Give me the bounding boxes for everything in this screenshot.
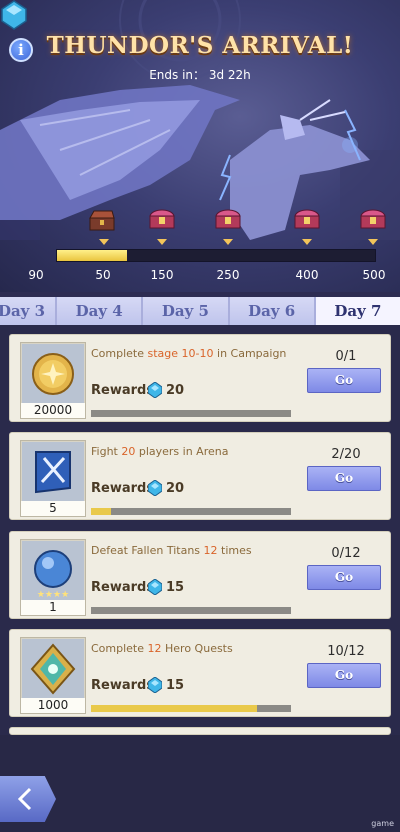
quest-progress-count: 0/12 <box>331 546 361 561</box>
item-count: 5 <box>21 501 85 516</box>
day-tabs: Day 3 Day 4 Day 5 Day 6 Day 7 <box>0 297 400 325</box>
footer <box>0 735 400 832</box>
crystal-icon <box>1 0 27 30</box>
item-count: 1 <box>21 600 85 615</box>
quest-card <box>9 727 391 735</box>
reward-item[interactable]: 5 <box>20 440 86 517</box>
chest-marker-icon <box>157 239 167 245</box>
reward-amount: 20 <box>166 481 185 496</box>
event-title: THUNDOR'S ARRIVAL! <box>46 32 354 59</box>
rewards-label: Rewards <box>91 580 155 595</box>
rewards-label: Rewards <box>91 383 155 398</box>
milestone-label: 500 <box>362 268 386 282</box>
reward-item[interactable]: 20000 <box>20 342 86 419</box>
chest-icon-locked[interactable] <box>148 206 176 230</box>
crystal-icon <box>148 579 162 595</box>
quest-progress-bar <box>91 705 291 712</box>
quest-description: Defeat Fallen Titans 12 times <box>91 544 252 557</box>
current-points: 90 <box>28 268 44 282</box>
gold-coin-icon <box>22 344 84 404</box>
quest-card: ★★★★ 1 Defeat Fallen Titans 12 times Rew… <box>9 531 391 619</box>
quest-progress-fill <box>91 508 111 515</box>
chest-icon-open[interactable] <box>88 208 116 232</box>
quest-progress-fill <box>91 705 257 712</box>
milestone-label: 400 <box>295 268 319 282</box>
quest-card: 1000 Complete 12 Hero Quests Rewards 15 … <box>9 629 391 717</box>
watermark: game <box>371 819 394 828</box>
quest-description: Complete 12 Hero Quests <box>91 642 233 655</box>
reward-amount: 15 <box>166 678 185 693</box>
go-button[interactable]: Go <box>307 663 381 688</box>
quest-description: Complete stage 10-10 in Campaign <box>91 347 287 360</box>
go-button[interactable]: Go <box>307 368 381 393</box>
chest-marker-icon <box>302 239 312 245</box>
svg-text:★★★★: ★★★★ <box>37 590 69 600</box>
tab-day-3[interactable]: Day 3 <box>0 297 57 325</box>
points-progress-bar <box>56 249 376 262</box>
quest-list[interactable]: 20000 Complete stage 10-10 in Campaign R… <box>0 325 400 735</box>
quest-card: 5 Fight 20 players in Arena Rewards 20 2… <box>9 432 391 520</box>
milestone-label: 50 <box>95 268 111 282</box>
reward-item[interactable]: ★★★★ 1 <box>20 539 86 616</box>
crystal-icon <box>148 480 162 496</box>
quest-description: Fight 20 players in Arena <box>91 445 229 458</box>
chest-marker-icon <box>368 239 378 245</box>
hero-emblem-icon <box>22 639 84 699</box>
event-banner: i THUNDOR'S ARRIVAL! Ends in： 3d 22h 90 … <box>0 0 400 292</box>
arena-scroll-icon <box>22 442 84 502</box>
rewards-label: Rewards <box>91 481 155 496</box>
go-button[interactable]: Go <box>307 466 381 491</box>
go-button[interactable]: Go <box>307 565 381 590</box>
tab-day-7[interactable]: Day 7 <box>315 297 400 325</box>
crystal-icon <box>148 382 162 398</box>
quest-progress-count: 2/20 <box>331 447 361 462</box>
reward-amount: 15 <box>166 580 185 595</box>
reward-item[interactable]: 1000 <box>20 637 86 714</box>
reward-amount: 20 <box>166 383 185 398</box>
quest-card: 20000 Complete stage 10-10 in Campaign R… <box>9 334 391 422</box>
tab-day-4[interactable]: Day 4 <box>57 297 144 325</box>
quest-progress-bar <box>91 410 291 417</box>
blue-orb-icon: ★★★★ <box>22 541 84 601</box>
chest-icon-locked[interactable] <box>359 206 387 230</box>
back-button[interactable] <box>0 776 56 822</box>
milestone-label: 150 <box>150 268 174 282</box>
quest-progress-bar <box>91 607 291 614</box>
chest-marker-icon <box>99 239 109 245</box>
points-progress-fill <box>57 250 127 261</box>
tab-day-5[interactable]: Day 5 <box>143 297 230 325</box>
tab-day-6[interactable]: Day 6 <box>229 297 316 325</box>
quest-progress-count: 10/12 <box>327 644 365 659</box>
rewards-label: Rewards <box>91 678 155 693</box>
chest-icon-locked[interactable] <box>214 206 242 230</box>
item-count: 1000 <box>21 698 85 713</box>
quest-progress-bar <box>91 508 291 515</box>
back-arrow-icon <box>17 787 32 811</box>
event-timer: Ends in： 3d 22h <box>149 68 251 82</box>
chest-marker-icon <box>223 239 233 245</box>
crystal-icon <box>148 677 162 693</box>
chest-icon-locked[interactable] <box>293 206 321 230</box>
quest-progress-count: 0/1 <box>335 349 357 364</box>
item-count: 20000 <box>21 403 85 418</box>
milestone-label: 250 <box>216 268 240 282</box>
